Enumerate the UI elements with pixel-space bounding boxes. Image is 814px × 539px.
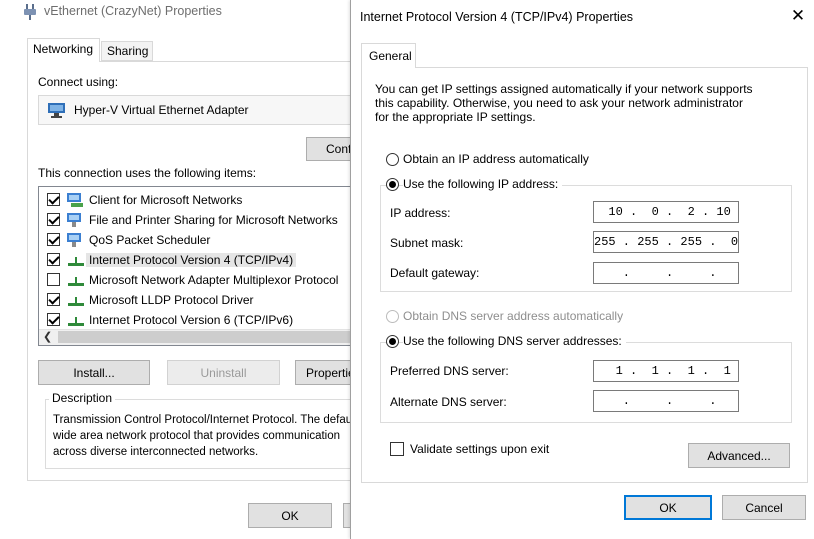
tab-general[interactable]: General xyxy=(361,43,416,68)
item-label: QoS Packet Scheduler xyxy=(89,233,211,247)
connect-using-label: Connect using: xyxy=(38,75,119,89)
list-item[interactable]: Microsoft LLDP Protocol Driver xyxy=(47,290,347,310)
uninstall-button[interactable]: Uninstall xyxy=(167,360,280,385)
preferred-dns-label: Preferred DNS server: xyxy=(390,364,509,378)
ok-button[interactable]: OK xyxy=(624,495,712,520)
list-item[interactable]: Internet Protocol Version 6 (TCP/IPv6) xyxy=(47,310,347,330)
ip-address-label: IP address: xyxy=(390,206,451,220)
description-text: Transmission Control Protocol/Internet P… xyxy=(53,414,353,458)
items-list-label: This connection uses the following items… xyxy=(38,166,257,180)
close-icon[interactable]: ✕ xyxy=(786,4,810,28)
use-following-dns-radio[interactable] xyxy=(386,335,399,348)
validate-settings-checkbox[interactable] xyxy=(390,442,404,456)
protocol-icon xyxy=(68,297,84,306)
subnet-mask-field[interactable]: 255 . 255 . 255 . 0 xyxy=(593,231,739,253)
item-label: Internet Protocol Version 6 (TCP/IPv6) xyxy=(89,313,294,327)
network-adapter-icon xyxy=(24,4,36,20)
cancel-button[interactable]: Cancel xyxy=(722,495,806,520)
obtain-dns-auto-radio[interactable] xyxy=(386,310,399,323)
intro-text: You can get IP settings assigned automat… xyxy=(375,82,753,124)
adapter-window-title: vEthernet (CrazyNet) Properties xyxy=(44,4,222,18)
subnet-mask-label: Subnet mask: xyxy=(390,236,464,250)
item-checkbox[interactable] xyxy=(47,193,60,206)
obtain-dns-auto-label[interactable]: Obtain DNS server address automatically xyxy=(403,309,623,323)
list-item-selected[interactable]: Internet Protocol Version 4 (TCP/IPv4) xyxy=(47,250,347,270)
item-label: Client for Microsoft Networks xyxy=(89,193,243,207)
preferred-dns-field[interactable]: 1 . 1 . 1 . 1 xyxy=(593,360,739,382)
install-button[interactable]: Install... xyxy=(38,360,150,385)
validate-settings-label[interactable]: Validate settings upon exit xyxy=(410,442,549,456)
network-client-icon xyxy=(67,193,83,207)
protocol-icon xyxy=(68,257,84,266)
item-label: Microsoft LLDP Protocol Driver xyxy=(89,293,254,307)
alternate-dns-field[interactable]: . . . xyxy=(593,390,739,412)
obtain-ip-auto-label[interactable]: Obtain an IP address automatically xyxy=(403,152,589,166)
item-checkbox[interactable] xyxy=(47,233,60,246)
tab-networking[interactable]: Networking xyxy=(27,38,100,62)
protocol-icon xyxy=(68,317,84,326)
item-checkbox[interactable] xyxy=(47,213,60,226)
list-item[interactable]: Microsoft Network Adapter Multiplexor Pr… xyxy=(47,270,347,290)
scroll-left-icon[interactable]: ❮ xyxy=(43,330,52,343)
use-following-ip-label[interactable]: Use the following IP address: xyxy=(403,177,563,191)
list-item[interactable]: File and Printer Sharing for Microsoft N… xyxy=(47,210,347,230)
use-following-dns-label[interactable]: Use the following DNS server addresses: xyxy=(403,334,626,348)
ip-address-field[interactable]: 10 . 0 . 2 . 10 xyxy=(593,201,739,223)
item-checkbox[interactable] xyxy=(47,273,60,286)
alternate-dns-label: Alternate DNS server: xyxy=(390,395,507,409)
network-service-icon xyxy=(67,233,81,247)
advanced-button[interactable]: Advanced... xyxy=(688,443,790,468)
default-gateway-field[interactable]: . . . xyxy=(593,262,739,284)
dialog-title: Internet Protocol Version 4 (TCP/IPv4) P… xyxy=(360,10,634,24)
tab-sharing[interactable]: Sharing xyxy=(101,41,153,61)
item-checkbox[interactable] xyxy=(47,293,60,306)
scrollbar-thumb[interactable] xyxy=(58,331,358,343)
item-label: File and Printer Sharing for Microsoft N… xyxy=(89,213,338,227)
obtain-ip-auto-radio[interactable] xyxy=(386,153,399,166)
description-legend: Description xyxy=(49,391,116,405)
network-card-icon xyxy=(48,103,65,118)
adapter-name: Hyper-V Virtual Ethernet Adapter xyxy=(74,103,249,117)
item-checkbox[interactable] xyxy=(47,313,60,326)
use-following-ip-radio[interactable] xyxy=(386,178,399,191)
network-service-icon xyxy=(67,213,81,227)
item-label: Internet Protocol Version 4 (TCP/IPv4) xyxy=(86,253,297,267)
list-item[interactable]: Client for Microsoft Networks xyxy=(47,190,347,210)
item-checkbox[interactable] xyxy=(47,253,60,266)
protocol-icon xyxy=(68,277,84,286)
list-item[interactable]: QoS Packet Scheduler xyxy=(47,230,347,250)
default-gateway-label: Default gateway: xyxy=(390,266,480,280)
adapter-ok-button[interactable]: OK xyxy=(248,503,332,528)
item-label: Microsoft Network Adapter Multiplexor Pr… xyxy=(89,273,339,287)
